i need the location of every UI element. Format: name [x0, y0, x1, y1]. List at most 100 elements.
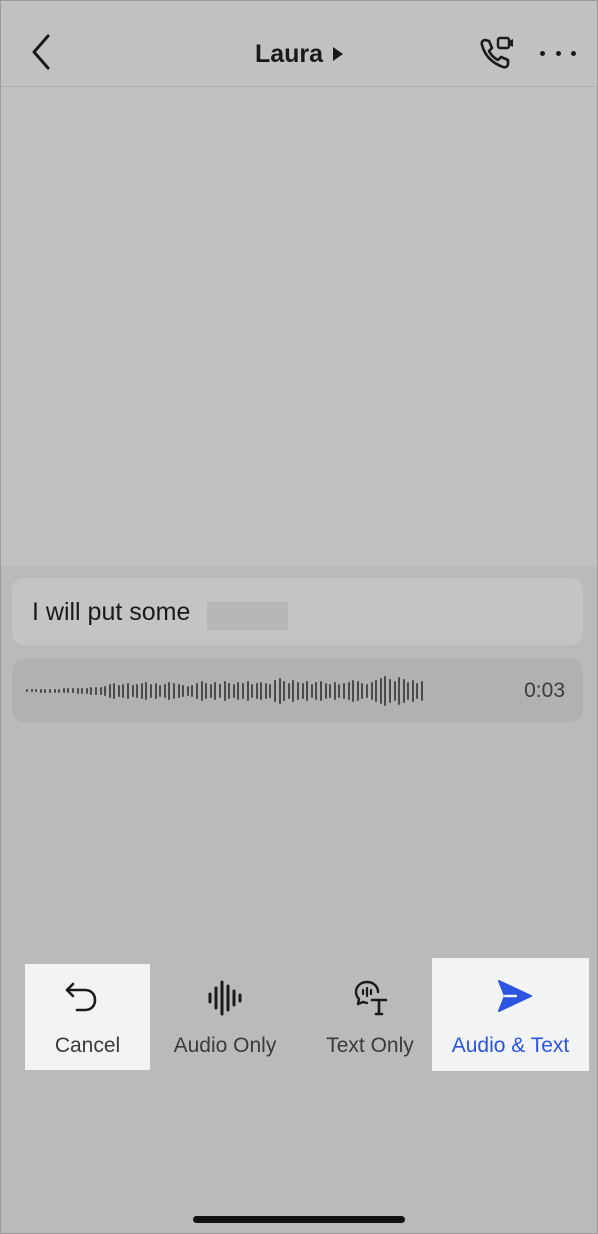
waveform-bar	[26, 689, 28, 692]
call-button[interactable]	[478, 34, 516, 72]
transcription-text: I will put some	[32, 598, 191, 626]
send-audio-and-text-button[interactable]: Audio & Text	[432, 958, 589, 1071]
audio-text-label: Audio & Text	[451, 1034, 570, 1057]
soundwave-icon	[208, 980, 242, 1016]
waveform-bar	[370, 681, 373, 700]
caret-right-icon	[333, 47, 344, 61]
waveform-bar	[108, 683, 111, 698]
cancel-label: Cancel	[54, 1034, 121, 1057]
waveform-bar	[191, 684, 194, 697]
waveform-bar	[306, 680, 309, 701]
waveform-bar	[365, 683, 368, 698]
audio-duration: 0:03	[524, 679, 565, 702]
waveform-bar	[269, 683, 272, 698]
waveform-bar	[388, 678, 391, 703]
waveform-bar	[384, 675, 387, 706]
waveform-bar	[421, 680, 424, 701]
waveform-bar	[104, 685, 107, 696]
waveform-bar	[122, 683, 125, 698]
waveform-bar	[398, 676, 401, 705]
waveform-bar	[173, 682, 175, 699]
text-only-button[interactable]: Text Only	[314, 964, 426, 1070]
voice-message-screen: Laura I will put some 0:03 Cancel Audio …	[0, 0, 598, 1234]
more-dot	[540, 50, 545, 56]
text-only-label: Text Only	[326, 1034, 414, 1057]
waveform-bar	[168, 681, 171, 700]
waveform-bar	[379, 677, 382, 704]
waveform-bar	[246, 680, 249, 701]
waveform-bar	[76, 687, 79, 694]
waveform-bar	[150, 683, 153, 698]
waveform-bar	[154, 682, 157, 699]
waveform-bar	[44, 688, 47, 693]
waveform-bar	[251, 683, 254, 698]
waveform-bar	[361, 682, 364, 699]
waveform-bar	[278, 677, 281, 704]
waveform-bar	[99, 686, 102, 695]
waveform-bar	[342, 682, 345, 699]
waveform-bar	[264, 682, 267, 699]
waveform-bar	[113, 682, 116, 699]
waveform-bar	[195, 682, 198, 699]
audio-preview-bubble[interactable]: 0:03	[12, 659, 583, 722]
waveform-bar	[35, 689, 38, 692]
waveform-bar	[81, 687, 84, 694]
waveform-bar	[310, 683, 313, 698]
waveform-bar	[241, 682, 244, 699]
waveform-bar	[67, 688, 70, 693]
video-call-phone-icon	[480, 36, 513, 69]
waveform-bar	[223, 680, 226, 701]
cancel-button[interactable]: Cancel	[25, 964, 150, 1070]
waveform	[26, 659, 426, 722]
waveform-bar	[117, 684, 120, 697]
waveform-bar	[297, 681, 300, 700]
waveform-bar	[347, 681, 350, 700]
transcription-bubble[interactable]: I will put some	[12, 578, 583, 645]
waveform-bar	[338, 683, 341, 698]
waveform-bar	[228, 682, 231, 699]
waveform-bar	[393, 680, 396, 701]
waveform-bar	[177, 683, 180, 698]
waveform-bar	[315, 681, 318, 700]
waveform-bar	[333, 681, 336, 700]
speech-to-text-icon	[354, 980, 388, 1016]
waveform-bar	[186, 685, 189, 696]
waveform-bar	[136, 683, 139, 698]
waveform-bar	[292, 679, 295, 702]
undo-icon	[65, 982, 97, 1012]
waveform-bar	[127, 682, 130, 699]
waveform-bar	[352, 679, 355, 702]
waveform-bar	[356, 680, 359, 701]
waveform-bar	[182, 684, 185, 697]
waveform-bar	[131, 684, 134, 697]
waveform-bar	[320, 680, 322, 701]
waveform-bar	[85, 687, 88, 694]
waveform-bar	[71, 688, 74, 693]
waveform-bar	[301, 682, 304, 699]
waveform-bar	[140, 682, 143, 699]
waveform-bar	[375, 679, 378, 702]
waveform-bar	[232, 683, 235, 698]
more-button[interactable]	[540, 46, 576, 60]
waveform-bar	[218, 683, 221, 698]
waveform-bar	[287, 682, 290, 699]
waveform-bar	[407, 681, 410, 700]
home-indicator[interactable]	[193, 1216, 405, 1223]
waveform-bar	[58, 688, 61, 693]
waveform-bar	[200, 680, 203, 701]
waveform-bar	[260, 681, 263, 700]
send-icon	[498, 980, 532, 1012]
audio-only-button[interactable]: Audio Only	[160, 964, 290, 1070]
waveform-bar	[205, 682, 208, 699]
audio-only-label: Audio Only	[173, 1034, 277, 1057]
waveform-bar	[209, 683, 212, 698]
waveform-bar	[163, 683, 166, 698]
waveform-bar	[274, 679, 277, 702]
waveform-bar	[30, 689, 33, 692]
waveform-bar	[94, 686, 97, 695]
redacted-text-block	[207, 602, 288, 630]
waveform-bar	[255, 682, 258, 699]
waveform-bar	[159, 684, 162, 697]
waveform-bar	[214, 681, 217, 700]
waveform-bar	[62, 688, 65, 693]
